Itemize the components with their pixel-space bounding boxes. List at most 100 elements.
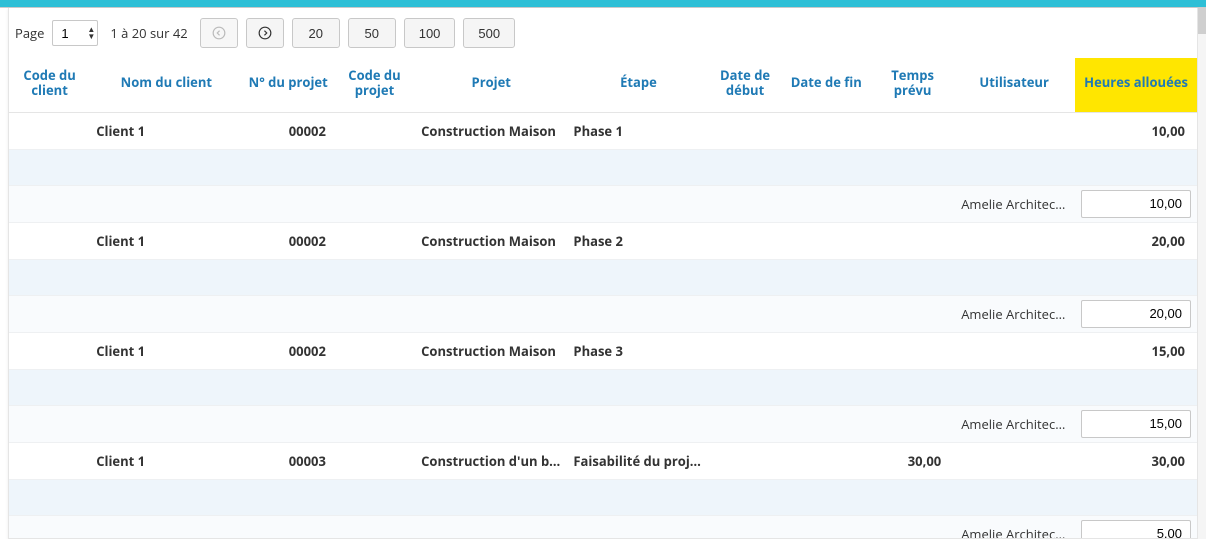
col-project-code[interactable]: Code du projet	[334, 58, 415, 113]
cell-client-code	[9, 113, 90, 150]
cell-empty	[9, 296, 953, 333]
cell-user: Amelie Architectu…	[953, 406, 1075, 443]
allocation-table: Code du client Nom du client N° du proje…	[9, 58, 1197, 539]
pagesize-100-button[interactable]: 100	[404, 18, 456, 48]
col-end-date[interactable]: Date de fin	[781, 58, 872, 113]
cell-client-name: Client 1	[90, 333, 242, 370]
spacer-row	[9, 480, 1197, 516]
cell-project-code	[334, 443, 415, 480]
cell-start-date	[710, 223, 781, 260]
col-alloc-hours[interactable]: Heures allouées	[1075, 58, 1197, 113]
cell-client-name: Client 1	[90, 443, 242, 480]
cell-end-date	[781, 113, 872, 150]
cell-end-date	[781, 333, 872, 370]
col-start-date[interactable]: Date de début	[710, 58, 781, 113]
spinner-down-icon[interactable]: ▼	[87, 33, 95, 40]
cell-client-code	[9, 223, 90, 260]
detail-row[interactable]: Amelie Architectu…	[9, 516, 1197, 539]
cell-project-code	[334, 113, 415, 150]
summary-row[interactable]: Client 100002 Construction MaisonPhase 2 2…	[9, 223, 1197, 260]
cell-alloc-input	[1075, 186, 1197, 223]
col-step[interactable]: Étape	[567, 58, 709, 113]
pagesize-500-button[interactable]: 500	[463, 18, 515, 48]
summary-row[interactable]: Client 100003 Construction d'un b…Faisabi…	[9, 443, 1197, 480]
cell-project: Construction Maison	[415, 113, 567, 150]
cell-end-date	[781, 443, 872, 480]
col-client-code[interactable]: Code du client	[9, 58, 90, 113]
spacer-row	[9, 370, 1197, 406]
cell-project-code	[334, 333, 415, 370]
cell-alloc-hours: 20,00	[1075, 223, 1197, 260]
col-user[interactable]: Utilisateur	[953, 58, 1075, 113]
cell-project-num: 00002	[243, 333, 334, 370]
cell-alloc-hours: 15,00	[1075, 333, 1197, 370]
cell-start-date	[710, 113, 781, 150]
alloc-hours-input[interactable]	[1081, 190, 1191, 218]
cell-client-code	[9, 333, 90, 370]
cell-alloc-input	[1075, 406, 1197, 443]
cell-step: Faisabilité du projet…	[567, 443, 709, 480]
col-project-num[interactable]: N° du projet	[243, 58, 334, 113]
cell-user	[953, 443, 1075, 480]
cell-empty	[9, 516, 953, 539]
cell-planned-time: 30,00	[872, 443, 953, 480]
alloc-hours-input[interactable]	[1081, 520, 1191, 539]
arrow-left-icon	[212, 26, 226, 40]
alloc-hours-input[interactable]	[1081, 410, 1191, 438]
next-page-button[interactable]	[246, 18, 284, 48]
spacer-row	[9, 150, 1197, 186]
cell-project-num: 00002	[243, 223, 334, 260]
cell-project: Construction Maison	[415, 333, 567, 370]
prev-page-button[interactable]	[200, 18, 238, 48]
detail-row[interactable]: Amelie Architectu…	[9, 406, 1197, 443]
detail-row[interactable]: Amelie Architectu…	[9, 296, 1197, 333]
cell-user: Amelie Architectu…	[953, 516, 1075, 539]
cell-step: Phase 2	[567, 223, 709, 260]
cell-client-name: Client 1	[90, 223, 242, 260]
cell-user: Amelie Architectu…	[953, 296, 1075, 333]
vertical-scrollbar-thumb[interactable]	[1198, 8, 1206, 34]
summary-row[interactable]: Client 100002 Construction MaisonPhase 1 1…	[9, 113, 1197, 150]
cell-start-date	[710, 443, 781, 480]
cell-planned-time	[872, 113, 953, 150]
cell-user	[953, 113, 1075, 150]
cell-step: Phase 3	[567, 333, 709, 370]
alloc-hours-input[interactable]	[1081, 300, 1191, 328]
pagination-toolbar: Page ▲ ▼ 1 à 20 sur 42 20 50 100 500	[9, 8, 1197, 58]
cell-project-code	[334, 223, 415, 260]
spacer-row	[9, 260, 1197, 296]
arrow-right-icon	[258, 26, 272, 40]
pagesize-20-button[interactable]: 20	[292, 18, 340, 48]
cell-user	[953, 333, 1075, 370]
col-client-name[interactable]: Nom du client	[90, 58, 242, 113]
cell-alloc-input	[1075, 516, 1197, 539]
page-range: 1 à 20 sur 42	[110, 24, 187, 42]
page-spinner-arrows[interactable]: ▲ ▼	[87, 26, 95, 40]
page-spinner[interactable]: ▲ ▼	[52, 20, 98, 46]
cell-end-date	[781, 223, 872, 260]
vertical-scrollbar[interactable]	[1198, 8, 1206, 539]
cell-project: Construction d'un b…	[415, 443, 567, 480]
col-project[interactable]: Projet	[415, 58, 567, 113]
cell-client-name: Client 1	[90, 113, 242, 150]
cell-alloc-hours: 10,00	[1075, 113, 1197, 150]
cell-project-num: 00003	[243, 443, 334, 480]
page-input[interactable]	[59, 25, 83, 42]
cell-empty	[9, 186, 953, 223]
cell-project-num: 00002	[243, 113, 334, 150]
summary-row[interactable]: Client 100002 Construction MaisonPhase 3 1…	[9, 333, 1197, 370]
cell-planned-time	[872, 223, 953, 260]
cell-planned-time	[872, 333, 953, 370]
cell-alloc-input	[1075, 296, 1197, 333]
cell-project: Construction Maison	[415, 223, 567, 260]
detail-row[interactable]: Amelie Architectu…	[9, 186, 1197, 223]
cell-user	[953, 223, 1075, 260]
page-label: Page	[15, 24, 44, 42]
pagesize-50-button[interactable]: 50	[348, 18, 396, 48]
cell-client-code	[9, 443, 90, 480]
col-planned-time[interactable]: Temps prévu	[872, 58, 953, 113]
cell-step: Phase 1	[567, 113, 709, 150]
cell-alloc-hours: 30,00	[1075, 443, 1197, 480]
cell-user: Amelie Architectu…	[953, 186, 1075, 223]
cell-start-date	[710, 333, 781, 370]
